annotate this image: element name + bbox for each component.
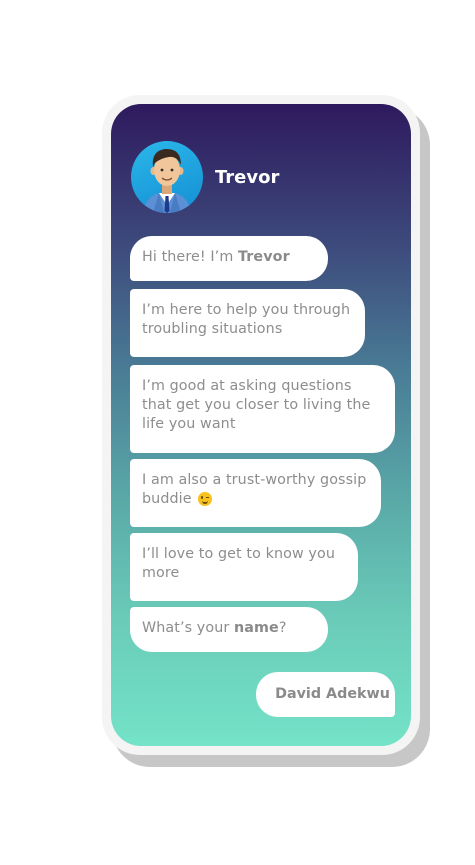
message-text: Hi there! I’m	[142, 249, 238, 265]
message-text-suffix: ?	[278, 620, 287, 636]
message-bubble: I am also a trust-worthy gossip buddie	[130, 459, 381, 527]
message-text: I’m good at asking questions that get yo…	[142, 378, 371, 432]
message-bold-text: name	[234, 620, 279, 636]
avatar[interactable]	[131, 141, 203, 213]
user-reply-bubble[interactable]: David Adekwu	[256, 672, 395, 717]
chat-screen: Trevor Hi there! I’m Trevor I’m here to …	[111, 104, 411, 746]
message-text: I’m here to help you through troubling s…	[142, 302, 351, 337]
contact-name: Trevor	[215, 166, 280, 188]
avatar-illustration	[143, 148, 191, 213]
phone-frame: Trevor Hi there! I’m Trevor I’m here to …	[102, 95, 420, 755]
message-bubble: I’ll love to get to know you more	[130, 533, 358, 601]
message-text: I am also a trust-worthy gossip buddie	[142, 472, 367, 507]
winking-face-icon	[198, 492, 213, 506]
message-bubble: I’m good at asking questions that get yo…	[130, 365, 395, 453]
message-text: I’ll love to get to know you more	[142, 546, 335, 581]
message-bubble: I’m here to help you through troubling s…	[130, 289, 365, 357]
message-bubble: What’s your name?	[130, 607, 328, 652]
message-bold-text: Trevor	[238, 249, 290, 265]
message-text: What’s your	[142, 620, 234, 636]
chat-header: Trevor	[131, 141, 279, 213]
message-bubble: Hi there! I’m Trevor	[130, 236, 328, 281]
user-reply-text: David Adekwu	[275, 686, 390, 702]
